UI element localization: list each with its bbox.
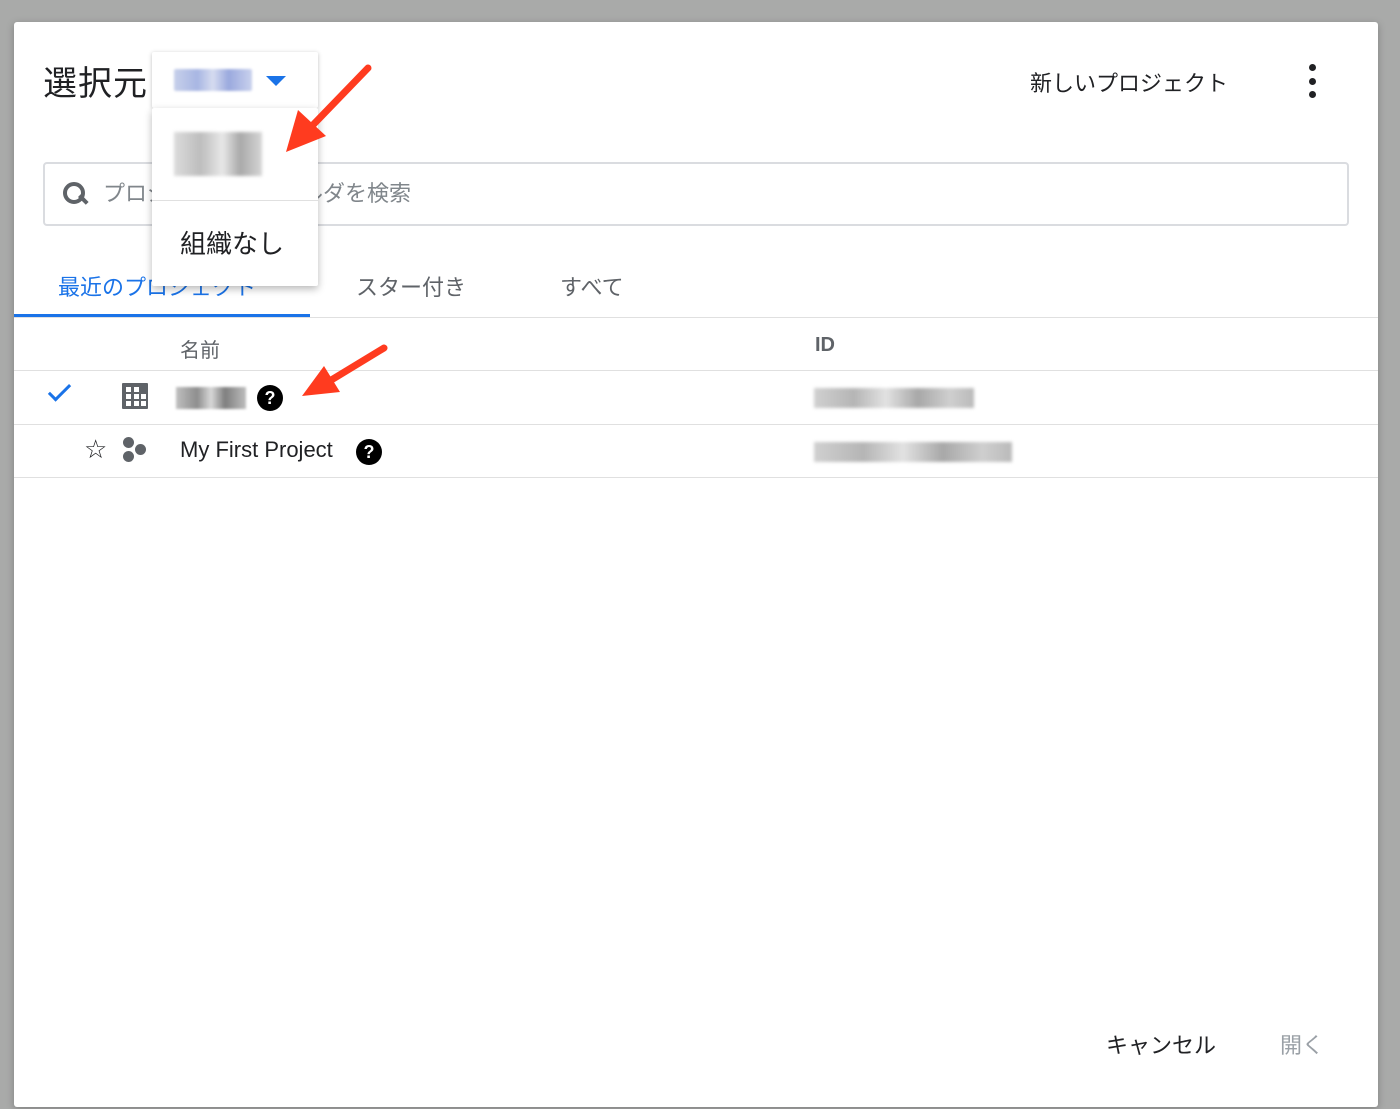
menu-divider [152,200,318,201]
new-project-button[interactable]: 新しいプロジェクト [1030,66,1228,98]
column-header-name[interactable]: 名前 [180,334,220,363]
tab-starred[interactable]: スター付き [356,270,466,302]
project-id-redacted [814,442,1012,462]
cancel-button[interactable]: キャンセル [1106,1028,1216,1060]
menu-item-organization-redacted[interactable] [174,132,262,176]
tab-all[interactable]: すべて [560,270,624,302]
project-picker-dialog: 選択元 組織なし 新しいプロジェクト 最近のプロジェクト スター付き すべて 名… [14,22,1378,1107]
checkmark-icon [47,378,72,402]
help-icon[interactable]: ? [257,385,283,411]
project-icon [122,437,150,463]
menu-item-no-organization[interactable]: 組織なし [180,224,284,261]
project-id-redacted [814,388,974,408]
project-name-redacted [176,387,246,409]
table-row[interactable]: ☆ My First Project ? [14,424,1378,478]
star-outline-icon[interactable]: ☆ [84,435,107,465]
search-icon [61,180,89,208]
active-tab-indicator [14,314,310,317]
table-row[interactable]: ? [14,370,1378,424]
help-icon[interactable]: ? [356,439,382,465]
annotation-arrow-icon [302,344,388,396]
organization-icon [122,383,148,409]
dialog-title: 選択元 [43,64,148,104]
more-options-icon[interactable] [1302,64,1322,98]
open-button[interactable]: 開く [1280,1028,1324,1060]
annotation-arrow-icon [286,64,372,152]
column-header-id[interactable]: ID [815,334,835,357]
project-name[interactable]: My First Project [180,437,333,463]
organization-name-redacted [174,69,252,91]
